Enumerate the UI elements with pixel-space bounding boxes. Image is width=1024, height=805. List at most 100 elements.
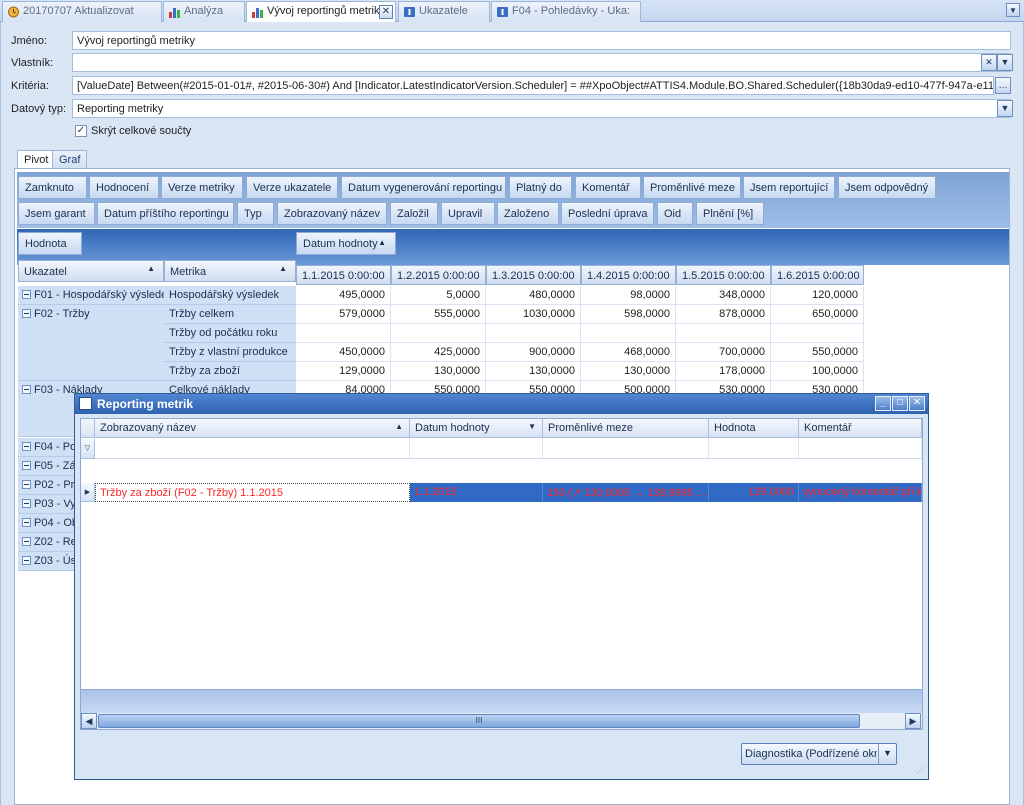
pivot-cell[interactable]: 550,0000	[771, 343, 864, 362]
collapse-icon[interactable]	[22, 290, 31, 299]
pivot-cell[interactable]	[391, 324, 486, 343]
chevron-down-icon[interactable]: ▼	[997, 54, 1013, 71]
indicator-row-header[interactable]: P02 - Pro	[18, 476, 78, 495]
pivot-cell[interactable]: 579,0000	[296, 305, 391, 324]
indicator-row-header[interactable]: F02 - Tržby	[18, 305, 164, 381]
filter-field[interactable]: Zamknuto	[18, 176, 87, 199]
collapse-icon[interactable]	[22, 499, 31, 508]
row-indicator-icon[interactable]: ▶	[81, 483, 95, 502]
metric-row-header[interactable]: Hospodářský výsledek	[164, 286, 296, 305]
grid-cell-comment[interactable]: vynucený komentář při kri	[799, 483, 922, 502]
filter-field[interactable]: Jsem odpovědný	[838, 176, 936, 199]
collapse-icon[interactable]	[22, 309, 31, 318]
filter-cell[interactable]	[799, 439, 922, 459]
indicator-row-header[interactable]: Z03 - Ús	[18, 552, 78, 571]
pivot-cell[interactable]: 425,0000	[391, 343, 486, 362]
tab-vyvoj-reportingu[interactable]: Vývoj reportingů metrik ✕	[246, 1, 396, 23]
indicator-row-header[interactable]: P03 - Vy	[18, 495, 78, 514]
pivot-cell[interactable]: 1030,0000	[486, 305, 581, 324]
chevron-down-icon[interactable]: ▼	[997, 100, 1013, 117]
tab-analyza[interactable]: Analýza	[163, 1, 245, 22]
ellipsis-button[interactable]: …	[995, 77, 1011, 94]
pivot-cell[interactable]: 129,0000	[296, 362, 391, 381]
filter-field[interactable]: Zobrazovaný název	[277, 202, 387, 225]
maximize-icon[interactable]: □	[892, 396, 908, 411]
filter-field[interactable]: Verze ukazatele	[246, 176, 338, 199]
pivot-cell[interactable]	[296, 324, 391, 343]
dialog-titlebar[interactable]: Reporting metrik _ □ ✕	[75, 394, 928, 414]
metric-row-header[interactable]: Tržby od počátku roku	[164, 324, 296, 343]
grid-column-header[interactable]: Hodnota	[709, 419, 799, 438]
pivot-cell[interactable]: 5,0000	[391, 286, 486, 305]
filter-field[interactable]: Jsem garant	[18, 202, 95, 225]
pivot-cell[interactable]: 98,0000	[581, 286, 676, 305]
column-header[interactable]: 1.5.2015 0:00:00	[676, 265, 771, 285]
chevron-down-icon[interactable]: ▼	[878, 744, 896, 764]
owner-field[interactable]	[72, 53, 1011, 72]
filter-field[interactable]: Plnění [%]	[696, 202, 764, 225]
tab-graf[interactable]: Graf	[52, 150, 88, 169]
metric-row-header[interactable]: Tržby za zboží	[164, 362, 296, 381]
filter-field[interactable]: Platný do	[509, 176, 572, 199]
pivot-cell[interactable]: 480,0000	[486, 286, 581, 305]
column-header[interactable]: 1.3.2015 0:00:00	[486, 265, 581, 285]
filter-field[interactable]: Komentář	[575, 176, 641, 199]
metric-row-header[interactable]: Tržby celkem	[164, 305, 296, 324]
pivot-cell[interactable]: 650,0000	[771, 305, 864, 324]
tab-pivot[interactable]: Pivot	[17, 150, 56, 169]
collapse-icon[interactable]	[22, 537, 31, 546]
grid-column-header[interactable]: Datum hodnoty ▼	[410, 419, 543, 438]
indicator-row-header[interactable]: F05 - Zá	[18, 457, 78, 476]
filter-field[interactable]: Jsem reportující	[743, 176, 835, 199]
pivot-cell[interactable]: 120,0000	[771, 286, 864, 305]
column-header[interactable]: 1.1.2015 0:00:00	[296, 265, 391, 285]
data-field-hodnota[interactable]: Hodnota	[18, 232, 82, 255]
filter-cell[interactable]	[410, 439, 543, 459]
metric-row-header[interactable]: Tržby z vlastní produkce	[164, 343, 296, 362]
indicator-row-header[interactable]: F04 - Po	[18, 438, 78, 457]
pivot-cell[interactable]: 178,0000	[676, 362, 771, 381]
pivot-cell[interactable]: 900,0000	[486, 343, 581, 362]
grid-cell-name[interactable]: Tržby za zboží (F02 - Tržby) 1.1.2015	[95, 483, 410, 502]
grid-cell-date[interactable]: 1.1.2015	[410, 483, 543, 502]
clear-icon[interactable]: ✕	[981, 54, 997, 71]
grid-column-header[interactable]: Zobrazovaný název ▲	[95, 419, 410, 438]
scroll-left-icon[interactable]: ◀	[81, 713, 97, 729]
filter-field[interactable]: Upravil	[441, 202, 495, 225]
grid-column-header[interactable]: Proměnlivé meze	[543, 419, 709, 438]
pivot-cell[interactable]: 598,0000	[581, 305, 676, 324]
grid-column-header[interactable]: Komentář	[799, 419, 922, 438]
row-field-ukazatel[interactable]: Ukazatel ▲	[18, 260, 164, 282]
indicator-row-header[interactable]: P04 - Ob	[18, 514, 78, 533]
collapse-icon[interactable]	[22, 385, 31, 394]
filter-field[interactable]: Založeno	[497, 202, 559, 225]
collapse-icon[interactable]	[22, 518, 31, 527]
name-field[interactable]: Vývoj reportingů metriky	[72, 31, 1011, 50]
pivot-cell[interactable]: 555,0000	[391, 305, 486, 324]
collapse-icon[interactable]	[22, 461, 31, 470]
filter-icon[interactable]: ▽	[81, 439, 95, 459]
indicator-row-header[interactable]: F01 - Hospodářský výsledek	[18, 286, 164, 305]
row-field-metrika[interactable]: Metrika ▲	[164, 260, 296, 282]
close-icon[interactable]: ✕	[909, 396, 925, 411]
pivot-cell[interactable]: 348,0000	[676, 286, 771, 305]
pivot-cell[interactable]: 878,0000	[676, 305, 771, 324]
grid-cell-limits[interactable]: 150 (↗ 130,0005 → 139,9995 …	[543, 483, 709, 502]
horizontal-scrollbar[interactable]: ◀ III ▶	[81, 713, 922, 729]
resize-grip-icon[interactable]: ⋰	[916, 767, 926, 777]
filter-field[interactable]: Poslední úprava	[561, 202, 654, 225]
grid-cell-value[interactable]: 129,0000	[709, 483, 799, 502]
pivot-cell[interactable]: 468,0000	[581, 343, 676, 362]
minimize-icon[interactable]: _	[875, 396, 891, 411]
collapse-icon[interactable]	[22, 442, 31, 451]
filter-field[interactable]: Hodnocení	[89, 176, 159, 199]
column-header[interactable]: 1.4.2015 0:00:00	[581, 265, 676, 285]
tab-aktualizovat[interactable]: 20170707 Aktualizovat	[2, 1, 162, 22]
pivot-cell[interactable]: 130,0000	[486, 362, 581, 381]
pivot-cell[interactable]	[486, 324, 581, 343]
pivot-cell[interactable]: 495,0000	[296, 286, 391, 305]
collapse-icon[interactable]	[22, 556, 31, 565]
tab-ukazatele[interactable]: Ukazatele	[398, 1, 490, 22]
filter-field[interactable]: Typ	[237, 202, 274, 225]
filter-field[interactable]: Datum příštího reportingu	[97, 202, 234, 225]
